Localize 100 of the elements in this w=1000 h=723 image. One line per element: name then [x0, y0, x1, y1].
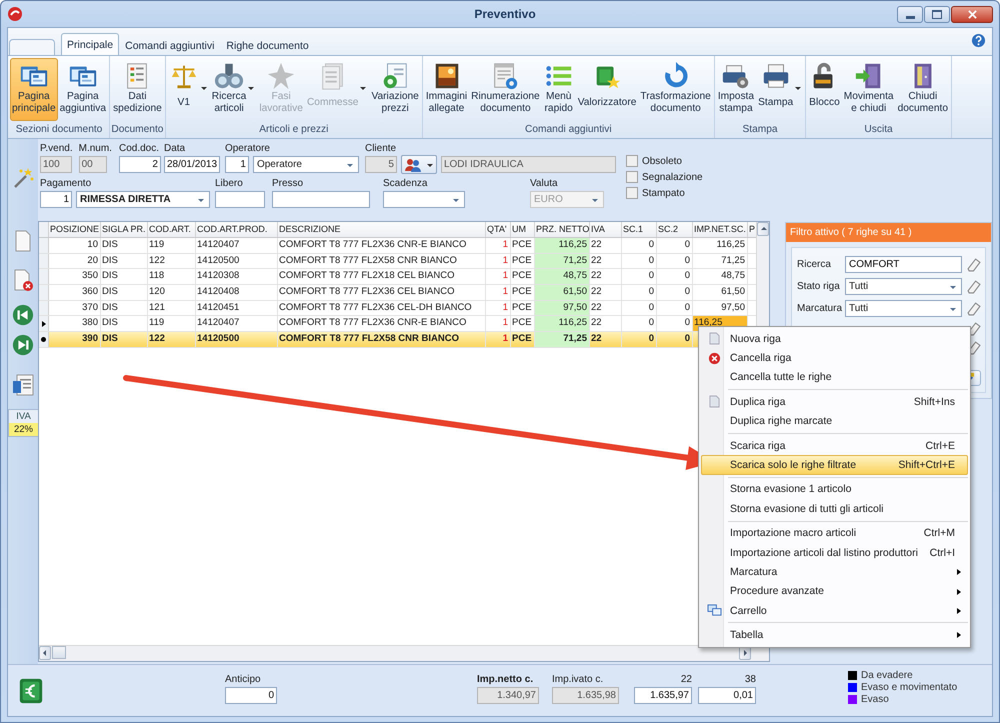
menu-item[interactable]: Scarica solo le righe filtrate Shift+Ctrl+E: [701, 455, 968, 475]
dropdown-field[interactable]: RIMESSA DIRETTA: [76, 191, 210, 208]
row-header[interactable]: [39, 316, 49, 332]
advance-field[interactable]: 0: [225, 687, 277, 704]
ribbon-button[interactable]: Stampa: [756, 58, 804, 121]
ribbon-button[interactable]: Rinumerazione documento: [469, 58, 542, 121]
dropdown-field[interactable]: Tutti: [845, 300, 962, 317]
menu-item[interactable]: Duplica righe marcate: [701, 412, 968, 431]
column-header[interactable]: COD.ART.PROD.: [196, 222, 278, 237]
eraser-icon[interactable]: [967, 280, 981, 294]
column-header[interactable]: IVA: [590, 222, 622, 237]
ribbon-button[interactable]: Ricerca articoli: [210, 58, 258, 121]
column-header[interactable]: SC.1: [622, 222, 657, 237]
ribbon-button[interactable]: Immagini allegate: [424, 58, 470, 121]
text-field[interactable]: [215, 191, 265, 208]
ribbon-tab[interactable]: Comandi aggiuntivi: [119, 35, 220, 55]
eraser-icon[interactable]: [967, 258, 981, 272]
text-field[interactable]: 2: [118, 156, 161, 173]
page-icon: [708, 332, 720, 346]
table-cell: 71,25: [535, 332, 590, 347]
column-header[interactable]: UM: [511, 222, 535, 237]
ribbon-button[interactable]: Variazione prezzi: [369, 58, 421, 121]
table-cell: 0: [657, 269, 693, 284]
column-header[interactable]: DESCRIZIONE: [278, 222, 486, 237]
scroll-left-button[interactable]: [39, 646, 51, 660]
ribbon-button[interactable]: Chiudi documento: [896, 58, 950, 121]
menu-item[interactable]: Carrello: [701, 601, 968, 620]
ribbon-tab[interactable]: Principale: [61, 33, 120, 55]
ribbon-button[interactable]: Valorizzatore: [576, 58, 638, 121]
dropdown-field[interactable]: [383, 191, 465, 208]
ribbon-button[interactable]: Blocco: [807, 58, 842, 121]
column-header[interactable]: QTA': [486, 222, 511, 237]
ribbon-button[interactable]: Movimenta e chiudi: [842, 58, 896, 121]
table-icon[interactable]: [12, 374, 34, 396]
menu-item[interactable]: Cancella riga: [701, 348, 968, 368]
menu-item[interactable]: Storna evasione 1 articolo: [701, 480, 968, 500]
row-header[interactable]: [39, 332, 49, 347]
caret-icon: [360, 87, 366, 90]
menu-item[interactable]: Importazione articoli dal listino produttori Ctrl+I: [701, 542, 968, 562]
menu-item[interactable]: Procedure avanzate: [701, 582, 968, 602]
ribbon-button[interactable]: Menù rapido: [542, 58, 576, 121]
ribbon-button[interactable]: Trasformazione documento: [638, 58, 713, 121]
column-header[interactable]: SIGLA PR.: [101, 222, 148, 237]
menu-item[interactable]: Duplica riga Shift+Ins: [701, 392, 968, 412]
menu-item[interactable]: Nuova riga: [701, 329, 968, 348]
group-label: Uscita: [863, 124, 894, 137]
menu-item[interactable]: Cancella tutte le righe: [701, 368, 968, 388]
caret-icon: [795, 87, 802, 90]
column-header[interactable]: IMP.NET.SC.: [693, 222, 748, 237]
field-label: Valuta: [530, 178, 559, 190]
text-field[interactable]: [272, 191, 370, 208]
scroll-thumb[interactable]: [52, 646, 66, 659]
application-menu-tab[interactable]: [9, 39, 55, 55]
table-cell: 97,50: [693, 300, 748, 316]
scroll-up-button[interactable]: [757, 222, 769, 236]
total-field[interactable]: 1.635,97: [634, 687, 692, 704]
money-icon[interactable]: [18, 677, 44, 705]
minimize-button[interactable]: [897, 6, 924, 22]
ribbon-button[interactable]: V1: [166, 58, 210, 121]
table-cell: 380: [49, 316, 101, 332]
maximize-button[interactable]: [924, 6, 950, 22]
column-header[interactable]: PRZ. NETTO: [535, 222, 590, 237]
total-field[interactable]: 0,01: [698, 687, 756, 704]
previous-icon[interactable]: [12, 304, 34, 326]
checkbox[interactable]: [626, 171, 638, 183]
ribbon-button[interactable]: Dati spedizione: [111, 58, 164, 121]
column-header[interactable]: COD.ART.: [148, 222, 196, 237]
document-delete-icon[interactable]: [14, 269, 34, 292]
filter-label: Stato riga: [797, 281, 841, 292]
help-icon[interactable]: [971, 33, 986, 48]
checkbox[interactable]: [626, 187, 638, 199]
dropdown-field[interactable]: Operatore: [252, 156, 359, 173]
table-cell: 390: [49, 332, 101, 347]
customer-lookup-button[interactable]: [400, 155, 437, 174]
search-field[interactable]: COMFORT: [845, 256, 962, 273]
menu-item[interactable]: Scarica riga Ctrl+E: [701, 436, 968, 456]
magic-wand-icon[interactable]: [12, 166, 36, 190]
ribbon-tab[interactable]: Righe documento: [220, 35, 315, 55]
text-field[interactable]: 28/01/2013: [164, 156, 220, 173]
code-field[interactable]: 1: [40, 191, 72, 208]
dropdown-field[interactable]: Tutti: [845, 278, 962, 295]
checkbox[interactable]: [626, 155, 638, 167]
ribbon-button[interactable]: Pagina aggiuntiva: [58, 58, 108, 121]
menu-item[interactable]: Tabella: [701, 625, 968, 645]
menu-item[interactable]: Marcatura: [701, 562, 968, 582]
next-icon[interactable]: [12, 334, 34, 356]
document-icon[interactable]: [15, 230, 31, 252]
code-field[interactable]: 1: [224, 156, 249, 173]
column-header[interactable]: SC.2: [657, 222, 693, 237]
table-cell: 116,25: [693, 238, 748, 253]
table-cell: DIS: [101, 332, 148, 347]
column-header[interactable]: POSIZIONE: [49, 222, 101, 237]
close-button[interactable]: [951, 6, 994, 22]
table-cell: 0: [622, 316, 657, 332]
total-label: Imp.ivato c.: [552, 674, 604, 686]
eraser-icon[interactable]: [967, 302, 981, 316]
ribbon-button[interactable]: Imposta stampa: [716, 58, 756, 121]
menu-item[interactable]: Storna evasione di tutti gli articoli: [701, 499, 968, 519]
menu-item[interactable]: Importazione macro articoli Ctrl+M: [701, 524, 968, 543]
ribbon-button[interactable]: Pagina principale: [10, 58, 58, 121]
